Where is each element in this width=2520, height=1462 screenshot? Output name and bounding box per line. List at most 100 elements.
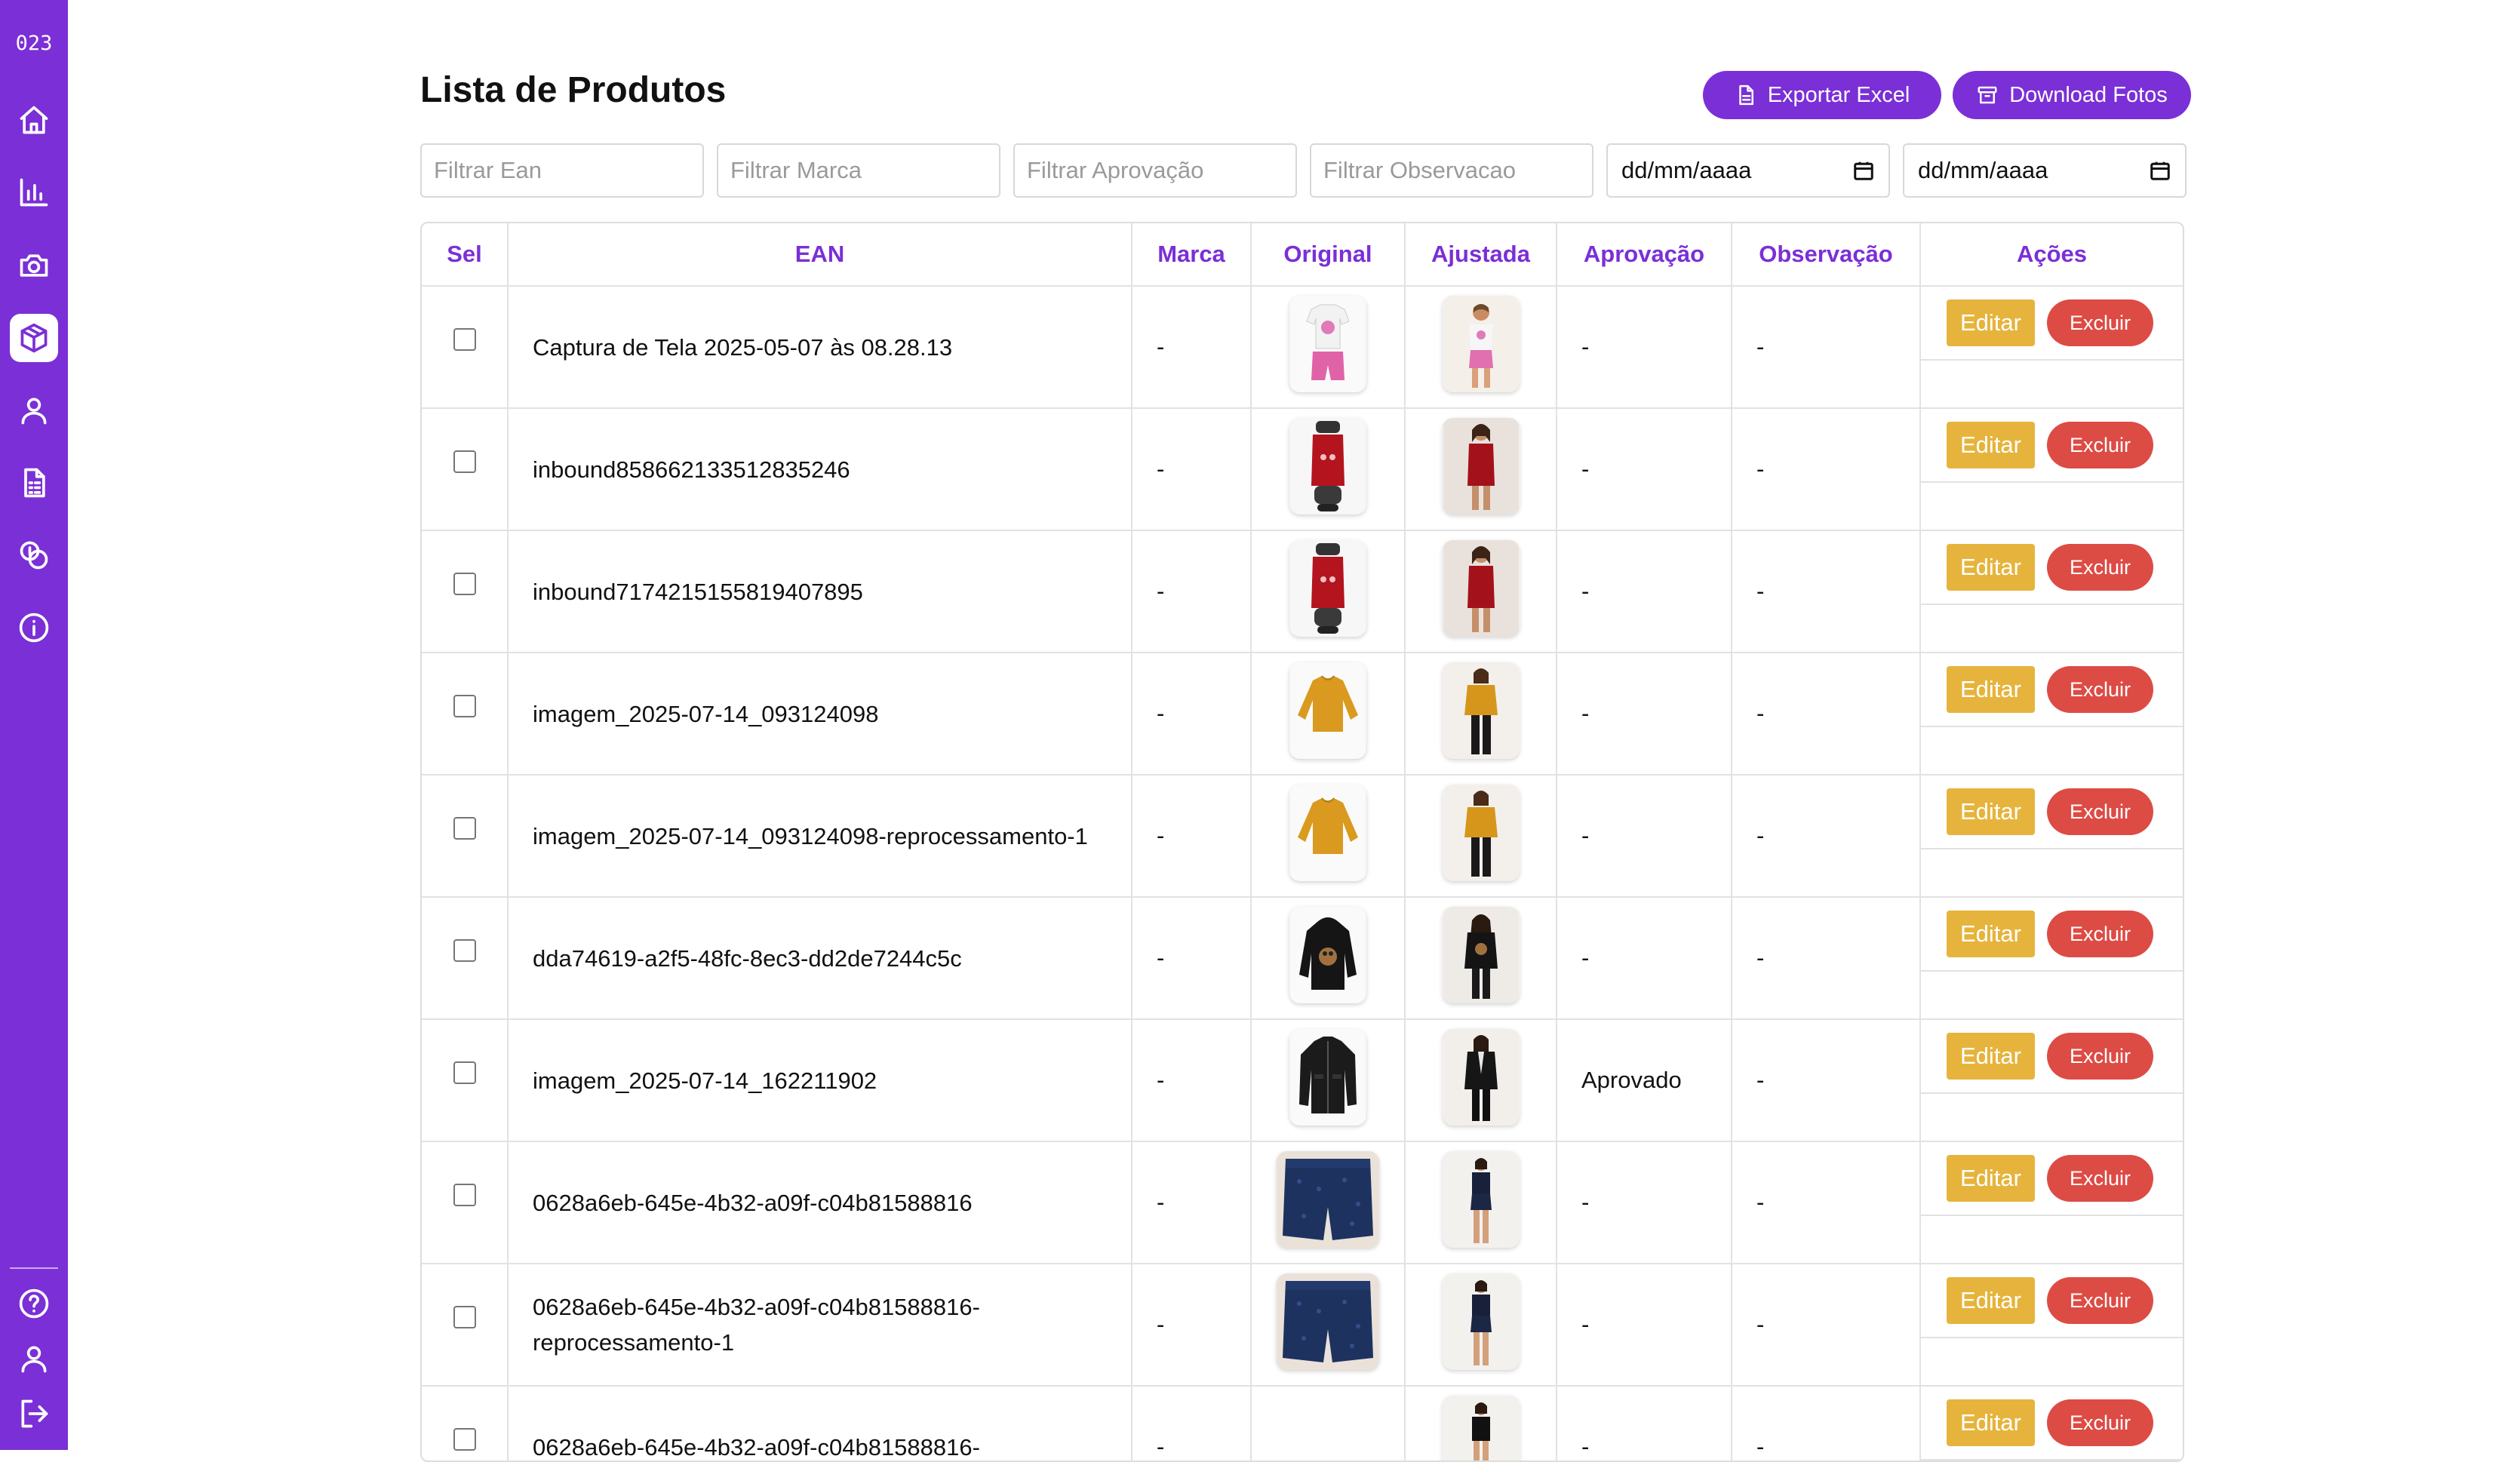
aprovacao-cell: - [1557,1141,1732,1264]
edit-button[interactable]: Editar [1947,544,2035,591]
camera-icon[interactable] [10,241,58,290]
edit-button[interactable]: Editar [1947,1277,2035,1324]
user-icon[interactable] [10,386,58,435]
marca-cell: - [1132,775,1252,898]
adjusted-image[interactable] [1442,540,1520,637]
row-select-checkbox[interactable] [453,1306,476,1328]
delete-button[interactable]: Excluir [2046,788,2153,835]
box-icon[interactable] [10,314,58,362]
ean-cell: Captura de Tela 2025-05-07 às 08.28.13 [508,286,1132,409]
col-header-ean[interactable]: EAN [508,223,1132,287]
col-header-ajustada[interactable]: Ajustada [1405,223,1557,287]
row-select-checkbox[interactable] [453,1184,476,1206]
original-image[interactable] [1277,1151,1379,1248]
edit-button[interactable]: Editar [1947,666,2035,713]
delete-button[interactable]: Excluir [2046,911,2153,957]
delete-button[interactable]: Excluir [2046,1033,2153,1080]
adjusted-image[interactable] [1442,1396,1520,1460]
observacao-filter-input[interactable] [1310,143,1593,198]
row-select-checkbox[interactable] [453,1428,476,1451]
ean-filter-input[interactable] [420,143,704,198]
original-image[interactable] [1289,540,1366,637]
delete-button[interactable]: Excluir [2046,299,2153,346]
download-photos-label: Download Fotos [2009,82,2168,107]
adjusted-image[interactable] [1442,785,1520,881]
document-icon[interactable] [10,459,58,507]
original-image[interactable] [1277,1273,1379,1370]
row-select-checkbox[interactable] [453,1061,476,1084]
col-header-aprovacao[interactable]: Aprovação [1557,223,1732,287]
delete-button[interactable]: Excluir [2046,1277,2153,1324]
ean-cell: 0628a6eb-645e-4b32-a09f-c04b81588816-rep… [508,1264,1132,1387]
col-header-acoes[interactable]: Ações [1920,223,2183,287]
ean-cell: 0628a6eb-645e-4b32-a09f-c04b81588816 [508,1141,1132,1264]
date-to-input[interactable]: dd/mm/aaaa [1903,143,2187,198]
adjusted-image[interactable] [1442,1273,1520,1370]
export-excel-button[interactable]: Exportar Excel [1703,71,1941,119]
delete-button[interactable]: Excluir [2046,544,2153,591]
edit-button[interactable]: Editar [1947,1033,2035,1080]
original-image[interactable] [1289,662,1366,759]
home-icon[interactable] [10,96,58,144]
row-actions: Editar Excluir [1921,531,2183,605]
info-icon[interactable] [10,604,58,652]
marca-cell: - [1132,1386,1252,1460]
adjusted-image[interactable] [1442,296,1520,392]
coins-icon[interactable] [10,531,58,579]
delete-button[interactable]: Excluir [2046,1399,2153,1446]
observacao-cell: - [1732,530,1921,653]
original-image[interactable] [1289,1029,1366,1126]
original-image[interactable] [1289,296,1366,392]
calendar-icon[interactable] [2149,159,2171,182]
row-select-checkbox[interactable] [453,817,476,840]
adjusted-image[interactable] [1442,1029,1520,1126]
col-header-observacao[interactable]: Observação [1732,223,1921,287]
table-row: dda74619-a2f5-48fc-8ec3-dd2de7244c5c - - - E… [422,897,2183,1020]
delete-button[interactable]: Excluir [2046,422,2153,468]
edit-button[interactable]: Editar [1947,911,2035,957]
aprovacao-cell: - [1557,897,1732,1020]
edit-button[interactable]: Editar [1947,788,2035,835]
help-icon[interactable] [10,1279,58,1328]
file-icon [1738,84,1753,106]
adjusted-image[interactable] [1442,1151,1520,1248]
marca-cell: - [1132,897,1252,1020]
adjusted-image[interactable] [1442,418,1520,514]
edit-button[interactable]: Editar [1947,1155,2035,1202]
download-photos-button[interactable]: Download Fotos [1953,71,2191,119]
edit-button[interactable]: Editar [1947,299,2035,346]
row-select-checkbox[interactable] [453,328,476,351]
col-header-marca[interactable]: Marca [1132,223,1252,287]
original-image[interactable] [1289,418,1366,514]
col-header-original[interactable]: Original [1251,223,1406,287]
observacao-cell: - [1732,1386,1921,1460]
row-select-checkbox[interactable] [453,939,476,962]
delete-button[interactable]: Excluir [2046,1155,2153,1202]
ean-cell: inbound858662133512835246 [508,408,1132,531]
delete-button[interactable]: Excluir [2046,666,2153,713]
edit-button[interactable]: Editar [1947,1399,2035,1446]
edit-button[interactable]: Editar [1947,422,2035,468]
products-table: Sel EAN Marca Original Ajustada Aprovaçã… [420,222,2184,1462]
marca-filter-input[interactable] [717,143,1000,198]
bar-chart-icon[interactable] [10,168,58,217]
row-select-checkbox[interactable] [453,573,476,595]
row-actions: Editar Excluir [1921,1142,2183,1216]
ean-cell: imagem_2025-07-14_093124098-reprocessame… [508,775,1132,898]
col-header-sel[interactable]: Sel [422,223,509,287]
calendar-icon[interactable] [1852,159,1875,182]
date-from-value: dd/mm/aaaa [1621,157,1752,183]
logout-icon[interactable] [10,1390,58,1438]
adjusted-image[interactable] [1442,662,1520,759]
aprovacao-filter-input[interactable] [1013,143,1297,198]
observacao-cell: - [1732,775,1921,898]
table-row: Captura de Tela 2025-05-07 às 08.28.13- -… [422,286,2183,409]
original-image[interactable] [1289,907,1366,1003]
row-actions: Editar Excluir [1921,1387,2183,1460]
original-image[interactable] [1289,785,1366,881]
row-select-checkbox[interactable] [453,695,476,717]
row-select-checkbox[interactable] [453,450,476,473]
date-from-input[interactable]: dd/mm/aaaa [1606,143,1890,198]
adjusted-image[interactable] [1442,907,1520,1003]
profile-icon[interactable] [10,1335,58,1383]
